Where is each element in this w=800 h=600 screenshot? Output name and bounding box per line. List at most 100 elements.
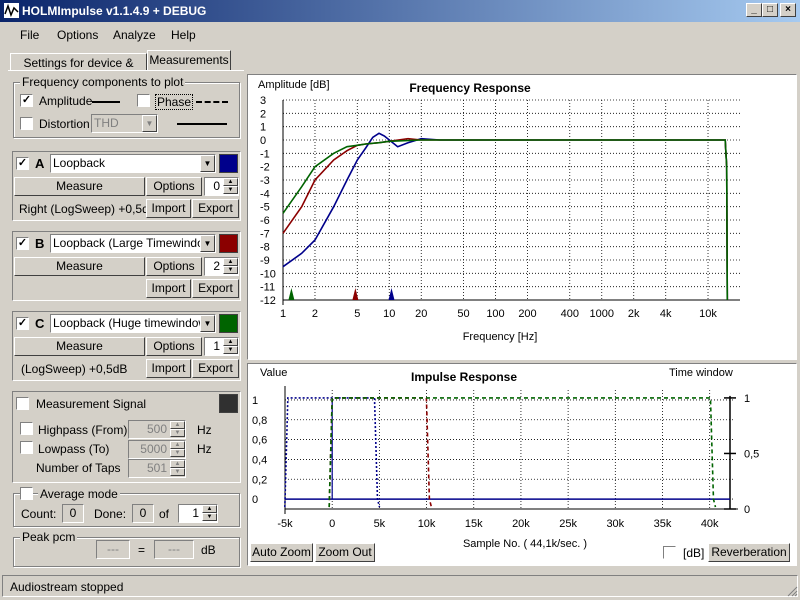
import-b-button[interactable]: Import (146, 279, 191, 298)
close-button[interactable]: × (780, 3, 796, 17)
resize-grip-icon[interactable] (786, 585, 798, 597)
measurement-b-checkbox[interactable]: ✓ (16, 237, 29, 250)
spin-down-icon[interactable]: ▼ (170, 449, 185, 457)
phase-checkbox[interactable] (137, 94, 150, 107)
done-value: 0 (132, 504, 154, 523)
phase-label: Phase (155, 94, 194, 110)
imp-ytick-label: 0,2 (252, 474, 267, 486)
spin-down-icon[interactable]: ▼ (202, 513, 217, 521)
export-c-button[interactable]: Export (192, 359, 239, 378)
freq-ytick-label: -11 (260, 282, 275, 294)
freq-marker (288, 288, 295, 300)
freq-title: Frequency Response (409, 81, 531, 95)
measurement-a-select[interactable]: Loopback ▼ (50, 154, 216, 173)
freq-ytick-label: -7 (260, 228, 270, 240)
taps-input[interactable]: 501 ▲ ▼ (128, 459, 186, 478)
measurement-a-letter: A (35, 156, 45, 171)
menu-help[interactable]: Help (171, 28, 196, 42)
measurement-signal-checkbox[interactable] (16, 397, 29, 410)
reverberation-button[interactable]: Reverberation (708, 543, 790, 562)
freq-series-line (282, 137, 729, 301)
freq-ytick-label: -3 (260, 175, 270, 187)
spin-up-icon[interactable]: ▲ (170, 460, 185, 468)
highpass-checkbox[interactable] (20, 422, 33, 435)
freq-xtick-label: 50 (457, 308, 469, 320)
spin-up-icon[interactable]: ▲ (223, 178, 238, 186)
chevron-down-icon: ▼ (200, 235, 215, 252)
measurement-b-select[interactable]: Loopback (Large Timewindow) ▼ (50, 234, 216, 253)
imp-xtick-label: 5k (374, 518, 386, 530)
spin-down-icon[interactable]: ▼ (170, 429, 185, 437)
menu-analyze[interactable]: Analyze (113, 28, 156, 42)
menu-file[interactable]: File (20, 28, 39, 42)
measurement-a-checkbox[interactable]: ✓ (16, 157, 29, 170)
freq-xtick-label: 5 (354, 308, 360, 320)
measurement-b-name: Loopback (Large Timewindow) (53, 236, 216, 250)
freq-xtick-label: 10 (383, 308, 395, 320)
import-a-button[interactable]: Import (146, 199, 191, 218)
options-c-value: 1 (213, 339, 220, 353)
measurement-b-color[interactable] (219, 234, 238, 253)
spin-down-icon[interactable]: ▼ (170, 468, 185, 476)
spin-up-icon[interactable]: ▲ (223, 338, 238, 346)
frequency-response-chart[interactable]: Amplitude [dB] Frequency Response3210-1-2… (248, 75, 796, 359)
options-b-stepper[interactable]: 2 ▲ ▼ (204, 257, 239, 276)
amplitude-checkbox[interactable]: ✓ (20, 94, 33, 107)
spin-up-icon[interactable]: ▲ (170, 441, 185, 449)
measure-c-button[interactable]: Measure (14, 337, 145, 356)
spin-down-icon[interactable]: ▼ (223, 266, 238, 274)
zoom-out-button[interactable]: Zoom Out (315, 543, 375, 562)
measure-a-button[interactable]: Measure (14, 177, 145, 196)
imp-xtick-label: 0 (329, 518, 335, 530)
options-b-value: 2 (213, 259, 220, 273)
distortion-checkbox[interactable] (20, 117, 33, 130)
minimize-button[interactable]: _ (746, 3, 762, 17)
freq-xtick-label: 10k (699, 308, 717, 320)
tab-measurements[interactable]: Measurements (147, 50, 231, 71)
average-of-value: 1 (192, 506, 199, 520)
title-bar[interactable]: HOLMImpulse v1.1.4.9 + DEBUG _ □ × (0, 0, 800, 22)
lowpass-checkbox[interactable] (20, 441, 33, 454)
done-label: Done: (94, 507, 127, 521)
spin-up-icon[interactable]: ▲ (223, 258, 238, 266)
app-icon (4, 3, 19, 18)
highpass-input[interactable]: 500 ▲ ▼ (128, 420, 186, 439)
freq-ytick-label: -1 (260, 148, 270, 160)
count-label: Count: (21, 507, 57, 521)
distortion-select[interactable]: THD ▼ (91, 114, 158, 133)
measurement-c-letter: C (35, 316, 45, 331)
freq-xlabel: Frequency [Hz] (463, 331, 538, 343)
db-checkbox[interactable] (663, 546, 676, 559)
spin-up-icon[interactable]: ▲ (202, 505, 217, 513)
measurement-a-color[interactable] (219, 154, 238, 173)
average-checkbox[interactable] (20, 487, 33, 500)
phase-line-sample (196, 101, 228, 103)
signal-color[interactable] (219, 394, 238, 413)
lowpass-input[interactable]: 5000 ▲ ▼ (128, 440, 186, 459)
export-a-button[interactable]: Export (192, 199, 239, 218)
maximize-button[interactable]: □ (762, 3, 778, 17)
options-a-stepper[interactable]: 0 ▲ ▼ (204, 177, 239, 196)
distortion-line-sample (177, 123, 227, 125)
options-a-button[interactable]: Options (146, 177, 202, 196)
options-c-stepper[interactable]: 1 ▲ ▼ (204, 337, 239, 356)
tab-settings[interactable]: Settings for device & signal (10, 53, 147, 88)
freq-ytick-label: 1 (260, 122, 266, 134)
impulse-response-chart[interactable]: Value Time window Impulse Response 1 0,8 0,6 0… (248, 364, 796, 565)
spin-down-icon[interactable]: ▼ (223, 346, 238, 354)
measure-b-button[interactable]: Measure (14, 257, 145, 276)
measurement-c-color[interactable] (219, 314, 238, 333)
options-c-button[interactable]: Options (146, 337, 202, 356)
measurement-c-checkbox[interactable]: ✓ (16, 317, 29, 330)
spin-up-icon[interactable]: ▲ (170, 421, 185, 429)
menu-options[interactable]: Options (57, 28, 98, 42)
imp-xtick-label: 15k (465, 518, 483, 530)
options-b-button[interactable]: Options (146, 257, 202, 276)
import-c-button[interactable]: Import (146, 359, 191, 378)
average-of-stepper[interactable]: 1 ▲ ▼ (178, 504, 218, 523)
imp-y2tick-label: 0 (744, 504, 750, 516)
export-b-button[interactable]: Export (192, 279, 239, 298)
auto-zoom-button[interactable]: Auto Zoom (250, 543, 313, 562)
spin-down-icon[interactable]: ▼ (223, 186, 238, 194)
measurement-c-select[interactable]: Loopback (Huge timewindow) ▼ (50, 314, 216, 333)
